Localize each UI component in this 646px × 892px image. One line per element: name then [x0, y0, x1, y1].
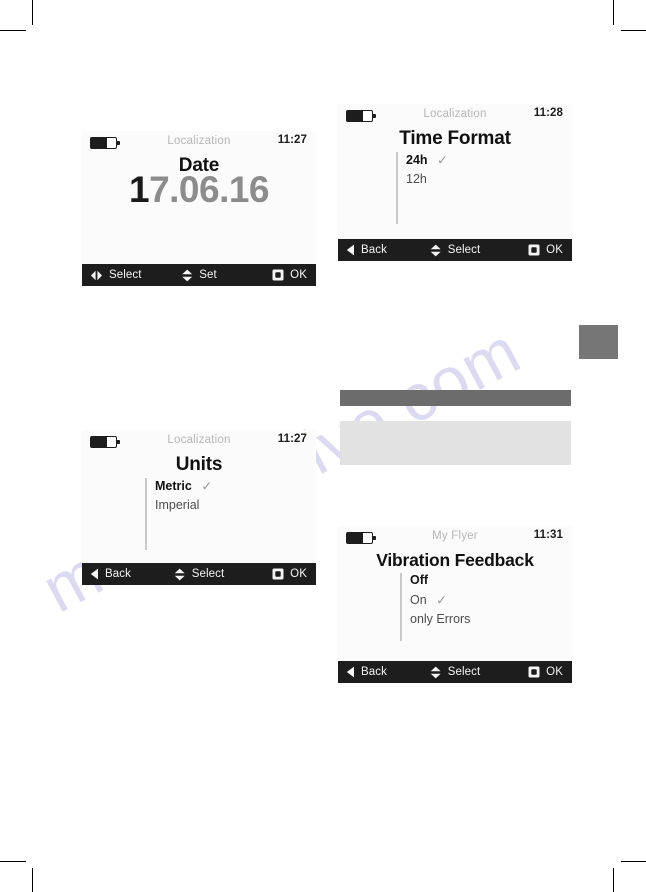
screen-body: Localization 11:27 Date 17.06.16	[82, 131, 316, 264]
list-rail	[145, 478, 147, 550]
footer-left-label: Back	[361, 666, 387, 678]
footer-bar: Back Select OK	[82, 563, 316, 585]
footer-left-action[interactable]: Back	[90, 563, 131, 585]
footer-right-action[interactable]: OK	[272, 563, 307, 585]
list-item[interactable]: Metric ✓	[155, 476, 316, 496]
footer-left-label: Select	[109, 269, 142, 281]
option-label: Off	[410, 573, 429, 587]
page-title: Time Format	[399, 128, 511, 149]
page-title: Units	[175, 454, 223, 475]
footer-left-action[interactable]: Select	[90, 264, 142, 286]
footer-bar: Select Set OK	[82, 264, 316, 286]
crop-mark-bottom-left-horizontal	[0, 861, 26, 863]
date-rest-digits: 7.06.16	[149, 169, 270, 210]
screen-body: My Flyer 11:31 Vibration Feedback Off On…	[338, 526, 572, 661]
check-icon: ✓	[436, 592, 448, 608]
footer-right-action[interactable]: OK	[528, 661, 563, 683]
ok-square-icon	[528, 244, 540, 256]
clock: 11:27	[277, 134, 307, 146]
device-screen-time-format: Localization 11:28 Time Format 24h ✓ 12h…	[338, 104, 572, 261]
device-screen-date: Localization 11:27 Date 17.06.16 Select …	[82, 131, 316, 286]
footer-right-action[interactable]: OK	[272, 264, 307, 286]
footer-center-label: Select	[447, 244, 481, 256]
list-rail	[400, 573, 402, 641]
crop-mark-top-left-vertical	[32, 0, 34, 25]
back-arrow-icon	[90, 568, 99, 580]
option-label: 12h	[406, 172, 427, 186]
list-rail	[396, 152, 398, 224]
footer-left-action[interactable]: Back	[346, 239, 387, 261]
crop-mark-top-right-horizontal	[621, 30, 646, 32]
footer-left-action[interactable]: Back	[346, 661, 387, 683]
footer-center-action[interactable]: Select	[430, 239, 481, 261]
footer-center-label: Select	[191, 568, 225, 580]
option-list: 24h ✓ 12h	[338, 150, 572, 224]
crop-mark-bottom-right-vertical	[613, 868, 615, 892]
footer-right-label: OK	[546, 244, 563, 256]
status-bar: Localization 11:27	[82, 430, 316, 455]
footer-center-action[interactable]: Select	[174, 563, 225, 585]
option-label: Imperial	[155, 498, 200, 512]
page-title: Vibration Feedback	[376, 550, 534, 570]
crop-mark-bottom-right-horizontal	[621, 861, 646, 863]
option-label: only Errors	[410, 612, 471, 626]
list-item[interactable]: On ✓	[410, 590, 572, 610]
device-screen-units: Localization 11:27 Units Metric ✓ Imperi…	[82, 430, 316, 585]
status-bar: Localization 11:28	[338, 104, 572, 129]
status-bar: Localization 11:27	[82, 131, 316, 156]
footer-right-label: OK	[546, 666, 563, 678]
back-arrow-icon	[346, 666, 355, 678]
option-list: Off On ✓ only Errors	[338, 571, 572, 641]
footer-center-label: Select	[447, 666, 481, 678]
date-value[interactable]: 17.06.16	[82, 169, 316, 211]
device-screen-vibration-feedback: My Flyer 11:31 Vibration Feedback Off On…	[338, 526, 572, 683]
check-icon: ✓	[201, 478, 213, 494]
list-item[interactable]: only Errors	[410, 610, 572, 629]
crop-mark-top-left-horizontal	[0, 30, 26, 32]
left-right-arrows-icon	[90, 270, 103, 281]
clock: 11:28	[533, 107, 563, 119]
footer-left-label: Back	[105, 568, 131, 580]
footer-right-label: OK	[290, 269, 307, 281]
up-down-arrows-icon	[430, 666, 442, 679]
up-down-arrows-icon	[174, 568, 186, 581]
screen-body: Localization 11:27 Units Metric ✓ Imperi…	[82, 430, 316, 563]
footer-center-label: Set	[199, 269, 217, 281]
up-down-arrows-icon	[181, 269, 193, 282]
up-down-arrows-icon	[430, 244, 442, 257]
option-label: Metric	[155, 479, 192, 493]
crop-bottom-left-vertical	[32, 868, 34, 892]
footer-bar: Back Select OK	[338, 661, 572, 683]
ok-square-icon	[272, 269, 284, 281]
list-item[interactable]: Imperial	[155, 496, 316, 515]
option-label: On	[410, 593, 427, 607]
screen-body: Localization 11:28 Time Format 24h ✓ 12h	[338, 104, 572, 239]
content-placeholder-bar	[340, 390, 571, 406]
option-list: Metric ✓ Imperial	[82, 476, 316, 550]
ok-square-icon	[528, 666, 540, 678]
status-bar: My Flyer 11:31	[338, 526, 572, 551]
footer-center-action[interactable]: Set	[181, 264, 217, 286]
content-placeholder-panel	[340, 421, 571, 465]
clock: 11:27	[277, 433, 307, 445]
list-item[interactable]: 24h ✓	[406, 150, 572, 170]
ok-square-icon	[272, 568, 284, 580]
footer-left-label: Back	[361, 244, 387, 256]
clock: 11:31	[533, 529, 563, 541]
back-arrow-icon	[346, 244, 355, 256]
section-tab-marker	[579, 325, 618, 359]
footer-bar: Back Select OK	[338, 239, 572, 261]
footer-center-action[interactable]: Select	[430, 661, 481, 683]
crop-mark-top-right-vertical	[613, 0, 615, 25]
date-active-digit[interactable]: 1	[129, 169, 150, 210]
check-icon: ✓	[437, 152, 448, 168]
option-label: 24h	[406, 153, 428, 167]
list-item[interactable]: 12h	[406, 170, 572, 189]
footer-right-action[interactable]: OK	[528, 239, 563, 261]
footer-right-label: OK	[290, 568, 307, 580]
list-item[interactable]: Off	[410, 571, 572, 590]
